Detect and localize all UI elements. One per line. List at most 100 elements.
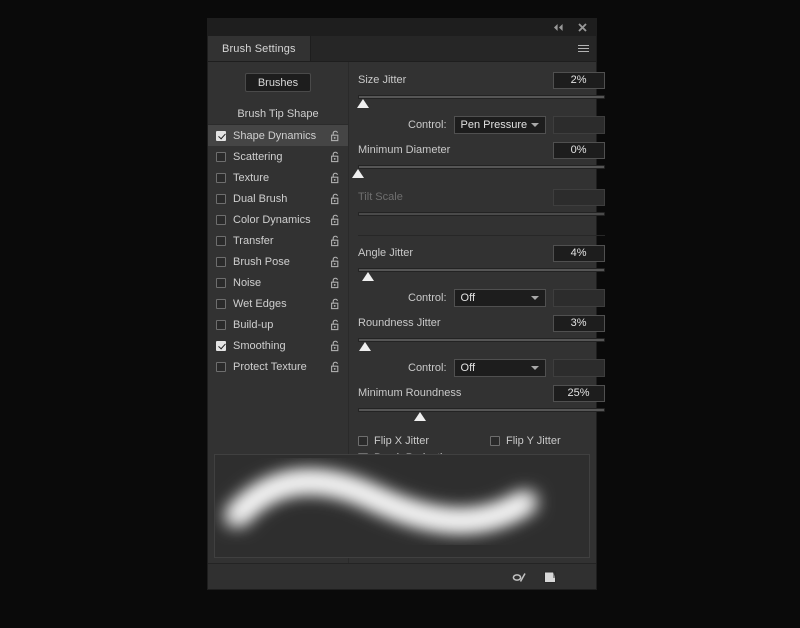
new-brush-preset-icon[interactable] xyxy=(542,569,558,585)
slider-thumb[interactable] xyxy=(413,412,426,421)
padlock-open-icon[interactable] xyxy=(330,277,341,289)
brush-option-label: Color Dynamics xyxy=(233,213,311,226)
padlock-open-icon[interactable] xyxy=(330,256,341,268)
angle-jitter-value[interactable]: 4% xyxy=(552,244,605,262)
brush-option-row[interactable]: Dual Brush xyxy=(208,188,348,209)
padlock-open-icon[interactable] xyxy=(330,298,341,310)
size-control-side-field[interactable] xyxy=(552,116,605,134)
brush-option-checkbox[interactable] xyxy=(216,256,226,267)
brush-option-row[interactable]: Noise xyxy=(208,272,348,293)
angle-control-select[interactable]: Off xyxy=(453,289,546,307)
size-jitter-row: Size Jitter 2% xyxy=(358,71,605,89)
brushes-button-row: Brushes xyxy=(208,73,348,104)
size-control-label: Control: xyxy=(408,119,447,131)
angle-jitter-label: Angle Jitter xyxy=(358,247,414,259)
minimum-roundness-slider[interactable] xyxy=(358,407,605,423)
angle-jitter-row: Angle Jitter 4% xyxy=(358,244,605,262)
flip-x-jitter-label: Flip X Jitter xyxy=(374,434,430,447)
brush-option-row[interactable]: Scattering xyxy=(208,146,348,167)
brush-option-row[interactable]: Smoothing xyxy=(208,335,348,356)
slider-thumb[interactable] xyxy=(361,272,374,281)
brush-stroke-preview xyxy=(214,454,590,558)
slider-thumb[interactable] xyxy=(352,169,364,178)
padlock-open-icon[interactable] xyxy=(330,193,341,205)
brush-option-checkbox[interactable] xyxy=(216,172,226,183)
brush-option-row[interactable]: Wet Edges xyxy=(208,293,348,314)
angle-control-side-field[interactable] xyxy=(552,289,605,307)
size-control-select[interactable]: Pen Pressure xyxy=(453,116,546,134)
panel-footer xyxy=(208,563,596,589)
brush-option-label: Scattering xyxy=(233,150,283,163)
brush-option-list: Shape Dynamics Scattering Texture Dual Brus… xyxy=(208,125,348,377)
slider-track xyxy=(358,408,605,412)
slider-thumb[interactable] xyxy=(359,342,372,351)
angle-control-label: Control: xyxy=(408,292,447,304)
roundness-control-select[interactable]: Off xyxy=(453,359,546,377)
tab-strip-filler xyxy=(310,36,570,61)
padlock-open-icon[interactable] xyxy=(330,172,341,184)
brush-option-checkbox[interactable] xyxy=(216,193,226,204)
flip-x-jitter-checkbox[interactable] xyxy=(358,435,368,446)
brush-option-checkbox[interactable] xyxy=(216,277,226,288)
angle-jitter-slider[interactable] xyxy=(358,267,605,283)
section-divider xyxy=(358,235,605,236)
brush-option-row[interactable]: Brush Pose xyxy=(208,251,348,272)
angle-control-value: Off xyxy=(460,292,476,304)
brush-settings-panel: Brush Settings Brushes Brush Tip Shape S… xyxy=(207,18,605,590)
size-jitter-value[interactable]: 2% xyxy=(552,71,605,89)
flip-y-jitter-checkbox[interactable] xyxy=(490,435,501,446)
minimum-diameter-label: Minimum Diameter xyxy=(358,144,451,156)
padlock-open-icon[interactable] xyxy=(330,151,341,163)
flip-y-jitter-option[interactable]: Flip Y Jitter xyxy=(490,435,561,447)
brush-option-checkbox[interactable] xyxy=(216,151,226,162)
brush-option-row[interactable]: Shape Dynamics xyxy=(208,125,348,146)
roundness-jitter-label: Roundness Jitter xyxy=(358,317,441,329)
padlock-open-icon[interactable] xyxy=(330,361,341,373)
slider-thumb[interactable] xyxy=(356,99,369,108)
minimum-roundness-value[interactable]: 25% xyxy=(552,384,605,402)
size-jitter-label: Size Jitter xyxy=(358,74,407,86)
roundness-jitter-row: Roundness Jitter 3% xyxy=(358,314,605,332)
padlock-open-icon[interactable] xyxy=(330,235,341,247)
tilt-scale-row: Tilt Scale xyxy=(358,188,605,206)
brush-option-label: Brush Pose xyxy=(233,255,290,268)
padlock-open-icon[interactable] xyxy=(330,130,341,142)
minimum-diameter-slider[interactable] xyxy=(352,164,605,180)
tab-brush-settings[interactable]: Brush Settings xyxy=(208,36,311,61)
slider-track xyxy=(358,268,605,272)
size-control-row: Control: Pen Pressure xyxy=(358,115,605,135)
hamburger-menu-icon[interactable] xyxy=(570,36,596,61)
brush-option-checkbox[interactable] xyxy=(216,361,226,372)
collapse-panel-icon[interactable] xyxy=(552,21,565,34)
brush-option-checkbox[interactable] xyxy=(216,340,226,351)
roundness-jitter-value[interactable]: 3% xyxy=(552,314,605,332)
padlock-open-icon[interactable] xyxy=(330,319,341,331)
roundness-control-side-field[interactable] xyxy=(552,359,605,377)
brush-option-row[interactable]: Color Dynamics xyxy=(208,209,348,230)
brush-option-checkbox[interactable] xyxy=(216,235,226,246)
roundness-jitter-slider[interactable] xyxy=(358,337,605,353)
chevron-down-icon xyxy=(530,123,539,127)
minimum-roundness-row: Minimum Roundness 25% xyxy=(358,384,605,402)
brush-option-row[interactable]: Protect Texture xyxy=(208,356,348,377)
slider-track xyxy=(358,95,605,99)
flip-jitter-row: Flip X Jitter Flip Y Jitter xyxy=(358,432,605,449)
brushes-button[interactable]: Brushes xyxy=(245,73,311,92)
brush-option-label: Wet Edges xyxy=(233,297,287,310)
padlock-open-icon[interactable] xyxy=(330,214,341,226)
brush-option-row[interactable]: Texture xyxy=(208,167,348,188)
brush-option-checkbox[interactable] xyxy=(216,298,226,309)
brush-option-checkbox[interactable] xyxy=(216,130,226,141)
brush-option-row[interactable]: Build-up xyxy=(208,314,348,335)
brush-tip-shape-header[interactable]: Brush Tip Shape xyxy=(208,104,348,125)
brush-option-row[interactable]: Transfer xyxy=(208,230,348,251)
brush-option-checkbox[interactable] xyxy=(216,319,226,330)
flip-x-jitter-option[interactable]: Flip X Jitter xyxy=(358,435,429,447)
slider-track xyxy=(358,165,605,169)
padlock-open-icon[interactable] xyxy=(330,340,341,352)
minimum-diameter-value[interactable]: 0% xyxy=(552,141,605,159)
close-icon[interactable] xyxy=(576,21,589,34)
size-jitter-slider[interactable] xyxy=(356,94,605,110)
brush-option-checkbox[interactable] xyxy=(216,214,226,225)
brush-pressure-toggle-icon[interactable] xyxy=(511,569,527,585)
